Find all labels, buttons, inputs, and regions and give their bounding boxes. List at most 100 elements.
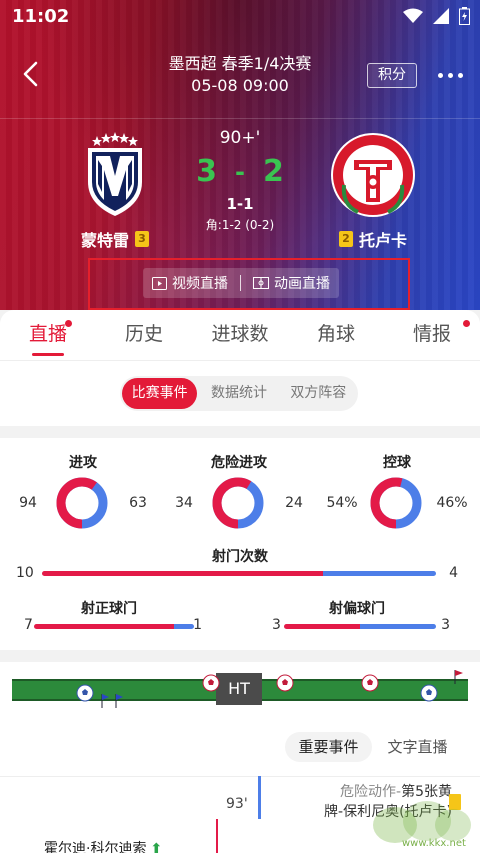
half-time-marker: HT: [216, 673, 262, 705]
notification-dot: [65, 320, 73, 327]
tab-live[interactable]: 直播: [0, 310, 96, 360]
status-bar: 11:02: [0, 0, 480, 32]
stat-label: 射正球门: [81, 601, 137, 617]
goal-ball-icon: [202, 674, 220, 692]
sub-tab-bar: 比赛事件 数据统计 双方阵容: [0, 360, 480, 426]
video-live-button[interactable]: 视频直播: [152, 273, 228, 293]
away-bar: [174, 624, 194, 629]
goal-ball-icon: [420, 684, 438, 702]
shots-label: 射门次数: [212, 549, 268, 565]
tab-corners[interactable]: 角球: [288, 310, 384, 360]
pitch-animation-icon: [253, 277, 269, 289]
toluca-crest-icon: [331, 133, 415, 217]
away-value: 3: [441, 617, 450, 633]
away-score: 2: [262, 154, 284, 189]
more-dot-icon: [457, 72, 463, 78]
substitution-event: 霍尔迪·科尔迪索 ⬆: [44, 838, 162, 853]
stat-possession: 控球 54% 46%: [322, 452, 472, 529]
more-dot-icon: [447, 72, 453, 78]
notification-dot: [462, 320, 470, 327]
home-value: 94: [19, 495, 37, 511]
home-value: 3: [272, 617, 281, 633]
tab-goals[interactable]: 进球数: [192, 310, 288, 360]
home-value: 7: [24, 617, 33, 633]
dangerous-attack-donut: [212, 477, 264, 529]
on-target-bar: [34, 624, 194, 629]
divider: [240, 275, 241, 291]
stat-label: 控球: [383, 455, 411, 471]
corner-flag-icon: [101, 694, 123, 708]
play-video-icon: [152, 276, 167, 290]
home-score: 3: [196, 154, 218, 189]
stats-panel: 进攻 94 63 危险进攻 34 24 控球 54% 46% 射门次数 10 4…: [0, 438, 480, 650]
subtab-statistics[interactable]: 数据统计: [201, 378, 276, 409]
stat-on-target: 射正球门 7 1: [14, 598, 204, 638]
match-minute: 90+': [219, 128, 261, 148]
possession-donut: [370, 477, 422, 529]
home-value: 34: [175, 495, 193, 511]
animation-live-label: 动画直播: [274, 276, 330, 292]
home-team[interactable]: 蒙特雷 3: [40, 130, 190, 250]
tab-goals-label: 进球数: [211, 323, 269, 345]
stat-label: 射偏球门: [329, 601, 385, 617]
player-name: 霍尔迪·科尔迪索: [44, 841, 147, 853]
tab-corners-label: 角球: [316, 323, 355, 345]
more-dot-icon: [437, 72, 443, 78]
match-header: 11:02 墨西超 春季1/4决赛 05-08 09:00 积分 蒙特雷 3 9…: [0, 0, 480, 310]
home-bar: [284, 624, 360, 629]
more-button[interactable]: [432, 65, 468, 85]
away-value: 4: [449, 565, 458, 581]
home-value: 54%: [326, 495, 358, 511]
signal-icon: [433, 8, 449, 24]
stat-label: 进攻: [69, 455, 97, 471]
live-options: 视频直播 动画直播: [143, 268, 339, 298]
home-team-name: 蒙特雷: [80, 231, 129, 250]
live-options-highlight: 视频直播 动画直播: [88, 258, 410, 310]
away-team[interactable]: 2 托卢卡: [298, 130, 448, 250]
attack-donut: [56, 477, 108, 529]
subtab-lineups[interactable]: 双方阵容: [281, 378, 356, 409]
stat-attack: 进攻 94 63: [8, 452, 158, 529]
score-separator: -: [235, 157, 245, 186]
subtab-events[interactable]: 比赛事件: [122, 378, 198, 409]
battery-icon: [459, 7, 470, 25]
monterrey-crest-icon: [88, 132, 142, 216]
tab-key-events[interactable]: 重要事件: [285, 732, 372, 762]
away-value: 1: [193, 617, 202, 633]
nav-bar: 墨西超 春季1/4决赛 05-08 09:00 积分: [0, 40, 480, 110]
away-event-marker: [258, 776, 261, 819]
half-time-score: 1-1: [226, 195, 254, 213]
away-value: 63: [129, 495, 147, 511]
sub-in-arrow-icon: ⬆: [150, 841, 163, 853]
away-team-name: 托卢卡: [358, 231, 407, 250]
off-target-bar: [284, 624, 436, 629]
tab-text-live[interactable]: 文字直播: [374, 732, 461, 762]
home-value: 10: [16, 565, 34, 581]
status-icons: [403, 7, 470, 25]
away-value: 24: [285, 495, 303, 511]
tab-intel[interactable]: 情报: [384, 310, 480, 360]
stat-dangerous-attack: 危险进攻 34 24: [164, 452, 314, 529]
away-bar: [323, 571, 436, 576]
wifi-icon: [403, 8, 423, 23]
corner-flag-icon: [454, 670, 463, 684]
away-team-name-row: 2 托卢卡: [298, 227, 448, 251]
shots-bar: [42, 571, 436, 576]
watermark-url: www.kkx.net: [402, 838, 466, 849]
event-minute: 93': [226, 796, 248, 812]
animation-live-button[interactable]: 动画直播: [253, 273, 330, 293]
status-time: 11:02: [12, 6, 70, 27]
stat-off-target: 射偏球门 3 3: [262, 598, 452, 638]
corner-count: 角:1-2 (0-2): [205, 218, 275, 232]
stat-label: 危险进攻: [211, 455, 267, 471]
tab-intel-label: 情报: [412, 323, 451, 345]
away-rank-badge: 2: [338, 231, 353, 247]
event-tabs: 重要事件 文字直播: [285, 732, 463, 762]
standings-button[interactable]: 积分: [367, 63, 417, 88]
goal-ball-icon: [276, 674, 294, 692]
score-board: 90+' 3 - 2 1-1 角:1-2 (0-2): [180, 128, 300, 233]
divider: [0, 776, 480, 777]
score: 3 - 2: [180, 154, 300, 189]
tab-history[interactable]: 历史: [96, 310, 192, 360]
tab-live-label: 直播: [28, 323, 67, 345]
